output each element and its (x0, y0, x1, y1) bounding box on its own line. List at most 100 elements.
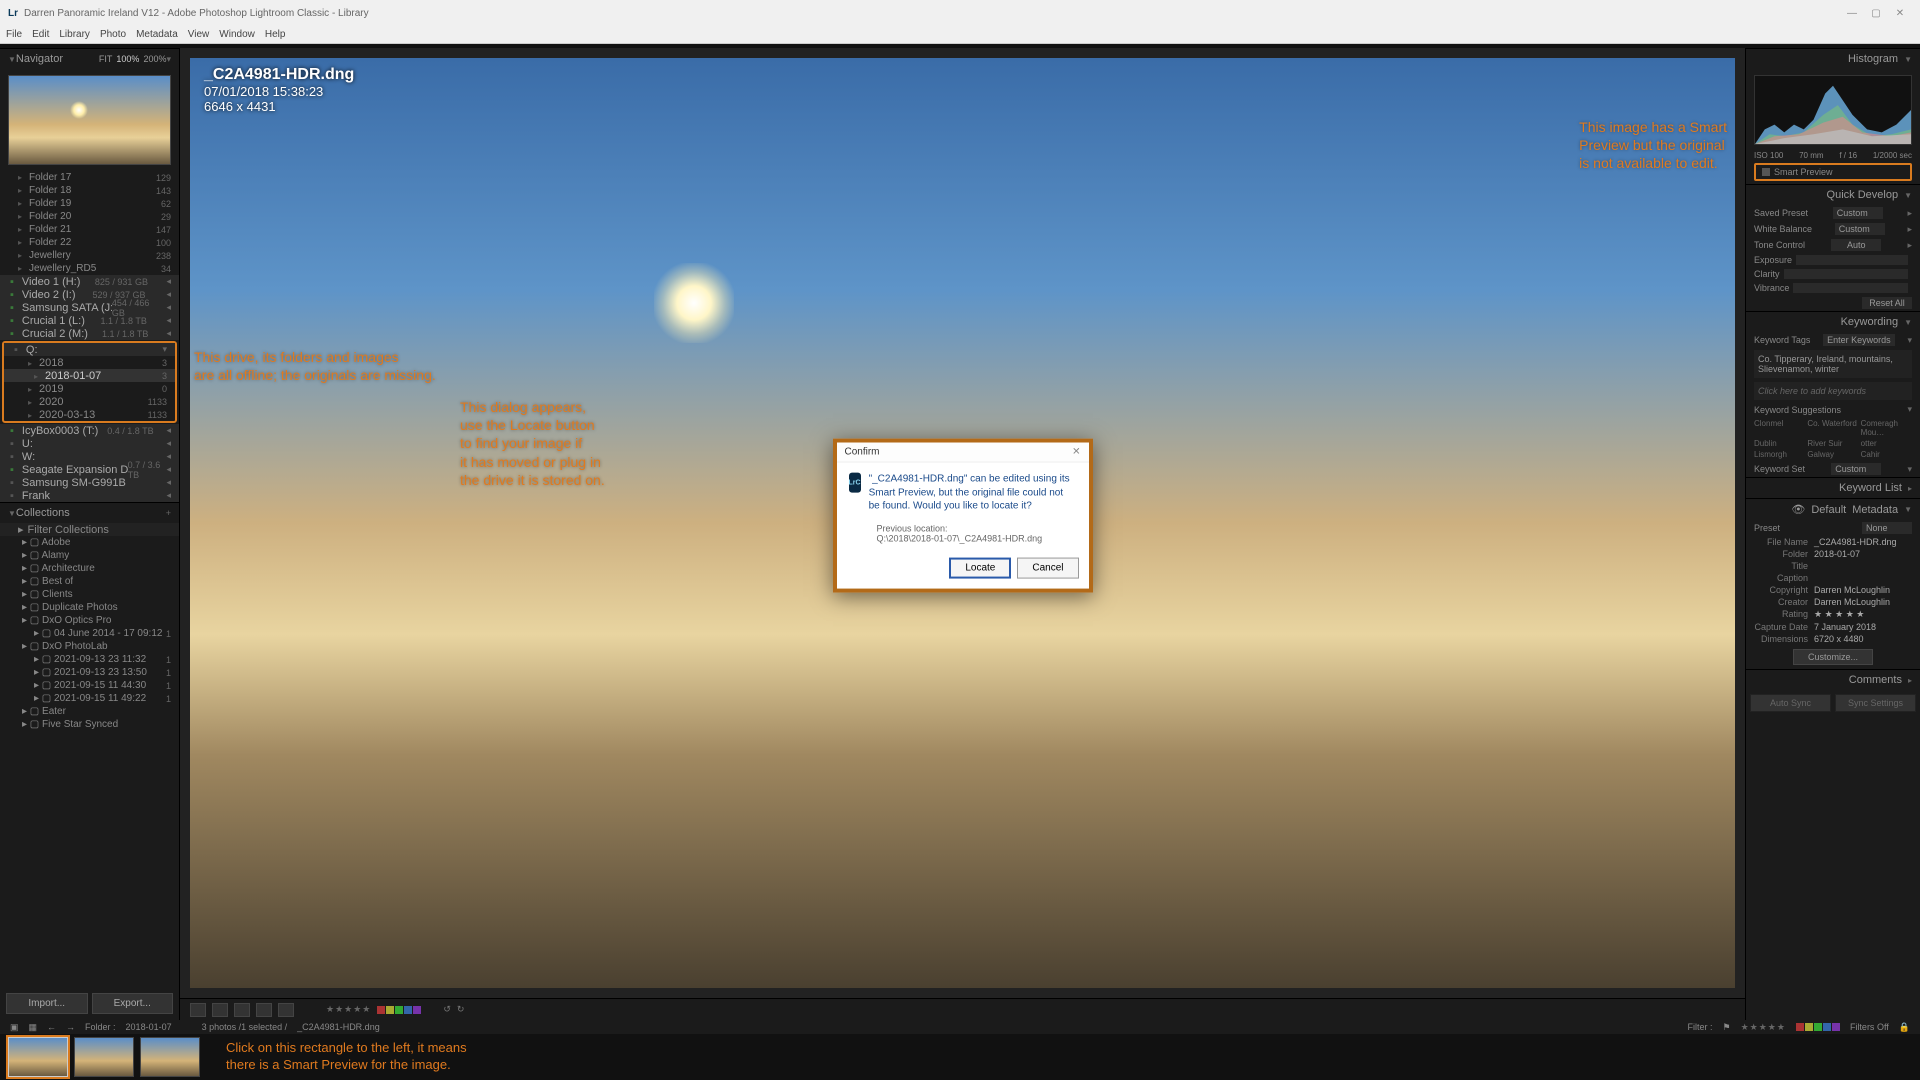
volume-row[interactable]: Seagate Expansion Drive (X:)0.7 / 3.6 TB… (0, 463, 179, 476)
kw-suggestion[interactable]: Galway (1807, 450, 1858, 459)
reset-all-button[interactable]: Reset All (1862, 297, 1912, 309)
collection-row[interactable]: ▸ ▢ Adobe (0, 536, 179, 549)
secondary-display-icon[interactable]: ▣ (10, 1022, 19, 1033)
fs-path[interactable]: 2018-01-07 (126, 1022, 172, 1032)
comments-header[interactable]: Comments▸ (1746, 669, 1920, 690)
customize-button[interactable]: Customize... (1793, 649, 1873, 665)
white-balance-select[interactable]: Custom (1835, 223, 1885, 235)
filmstrip-thumb[interactable] (140, 1037, 200, 1077)
collection-row[interactable]: ▸ ▢ 2021-09-15 11 49:221 (0, 692, 179, 705)
metadata-mode[interactable]: Default (1811, 504, 1846, 516)
menu-window[interactable]: Window (219, 29, 255, 40)
folder-row[interactable]: Folder 21147 (0, 223, 179, 236)
menu-library[interactable]: Library (59, 29, 90, 40)
clarity-stepper[interactable] (1784, 269, 1908, 279)
nav-200[interactable]: 200% (143, 54, 166, 64)
sync-settings-button[interactable]: Sync Settings (1835, 694, 1916, 712)
histogram-header[interactable]: Histogram▼ (1746, 48, 1920, 69)
collection-row[interactable]: ▸ ▢ 2021-09-15 11 44:301 (0, 679, 179, 692)
metadata-row[interactable]: Dimensions6720 x 4480 (1746, 633, 1920, 645)
nav-100[interactable]: 100% (116, 54, 139, 64)
fs-star-filter[interactable]: ★★★★★ (1741, 1022, 1786, 1033)
kw-suggestion[interactable]: River Suir (1807, 439, 1858, 448)
fs-color-filter[interactable] (1796, 1023, 1840, 1031)
folder-row[interactable]: 2018-01-073 (4, 369, 175, 382)
eye-icon[interactable]: 👁 (1791, 503, 1805, 516)
folder-row[interactable]: Jewellery238 (0, 249, 179, 262)
kw-suggestion[interactable]: Co. Waterford (1807, 419, 1858, 437)
grid-view-icon[interactable] (190, 1003, 206, 1017)
collection-row[interactable]: ▸ ▢ DxO Optics Pro (0, 614, 179, 627)
locate-button[interactable]: Locate (949, 557, 1011, 578)
collection-row[interactable]: ▸ ▢ Duplicate Photos (0, 601, 179, 614)
menu-help[interactable]: Help (265, 29, 286, 40)
rotate-right-icon[interactable]: ↻ (457, 1004, 465, 1015)
kw-suggestion[interactable]: Comeragh Mou… (1861, 419, 1912, 437)
menu-edit[interactable]: Edit (32, 29, 49, 40)
volume-row[interactable]: Samsung SATA (J:)454 / 466 GB◂ (0, 301, 179, 314)
forward-icon[interactable]: → (66, 1022, 75, 1032)
menu-view[interactable]: View (188, 29, 210, 40)
menu-photo[interactable]: Photo (100, 29, 126, 40)
metadata-preset-select[interactable]: None (1862, 522, 1912, 534)
auto-sync-button[interactable]: Auto Sync (1750, 694, 1831, 712)
metadata-header[interactable]: 👁 Default Metadata▼ (1746, 498, 1920, 520)
metadata-row[interactable]: Caption (1746, 572, 1920, 584)
filter-collections-input[interactable]: ▸ Filter Collections (0, 523, 179, 536)
color-labels[interactable] (377, 1006, 421, 1014)
kw-suggestion[interactable]: Clonmel (1754, 419, 1805, 437)
collection-row[interactable]: ▸ ▢ Alamy (0, 549, 179, 562)
collection-row[interactable]: ▸ ▢ Architecture (0, 562, 179, 575)
exposure-stepper[interactable] (1796, 255, 1908, 265)
metadata-row[interactable]: Title (1746, 560, 1920, 572)
collection-row[interactable]: ▸ ▢ 04 June 2014 - 17 09:121 (0, 627, 179, 640)
auto-tone-button[interactable]: Auto (1831, 239, 1881, 251)
nav-fit[interactable]: FIT (99, 54, 113, 64)
kw-set-select[interactable]: Custom (1831, 463, 1881, 475)
grid-icon[interactable]: ▦ (29, 1022, 38, 1033)
folder-row[interactable]: Folder 2029 (0, 210, 179, 223)
keyword-list-header[interactable]: Keyword List▸ (1746, 477, 1920, 498)
menu-file[interactable]: File (6, 29, 22, 40)
dialog-close-icon[interactable]: ✕ (1072, 447, 1080, 458)
volume-row[interactable]: Video 1 (H:)825 / 931 GB◂ (0, 275, 179, 288)
collection-row[interactable]: ▸ ▢ Best of (0, 575, 179, 588)
folder-row[interactable]: 20201133 (4, 395, 175, 408)
filmstrip-thumb[interactable] (74, 1037, 134, 1077)
metadata-row[interactable]: File Name_C2A4981-HDR.dng (1746, 536, 1920, 548)
maximize-icon[interactable]: ▢ (1864, 8, 1888, 19)
back-icon[interactable]: ← (47, 1022, 56, 1032)
volume-q[interactable]: Q: ▾ (4, 343, 175, 356)
collection-row[interactable]: ▸ ▢ 2021-09-13 23 13:501 (0, 666, 179, 679)
survey-view-icon[interactable] (256, 1003, 272, 1017)
folder-row[interactable]: Folder 22100 (0, 236, 179, 249)
collection-row[interactable]: ▸ ▢ 2021-09-13 23 11:321 (0, 653, 179, 666)
cancel-button[interactable]: Cancel (1017, 557, 1078, 578)
keywording-header[interactable]: Keywording▼ (1746, 311, 1920, 332)
volume-row[interactable]: U:◂ (0, 437, 179, 450)
metadata-row[interactable]: Folder2018-01-07 (1746, 548, 1920, 560)
quick-develop-header[interactable]: Quick Develop▼ (1746, 184, 1920, 205)
menu-metadata[interactable]: Metadata (136, 29, 178, 40)
histogram[interactable] (1754, 75, 1912, 145)
volume-row[interactable]: Frank◂ (0, 489, 179, 502)
rating-stars[interactable]: ★★★★★ (326, 1004, 371, 1015)
import-button[interactable]: Import... (6, 993, 88, 1014)
rotate-left-icon[interactable]: ↺ (443, 1004, 451, 1015)
kw-tags-mode[interactable]: Enter Keywords (1823, 334, 1895, 346)
navigator-preview[interactable] (8, 75, 171, 165)
loupe-image[interactable]: _C2A4981-HDR.dng 07/01/2018 15:38:23 664… (190, 58, 1735, 988)
folder-row[interactable]: 2020-03-131133 (4, 408, 175, 421)
filmstrip-thumb[interactable] (8, 1037, 68, 1077)
folder-row[interactable]: Jewellery_RD534 (0, 262, 179, 275)
export-button[interactable]: Export... (92, 993, 174, 1014)
loupe-view-icon[interactable] (212, 1003, 228, 1017)
add-keywords-input[interactable]: Click here to add keywords (1754, 382, 1912, 400)
kw-suggestion[interactable]: Lismorgh (1754, 450, 1805, 459)
folder-row[interactable]: 20190 (4, 382, 175, 395)
collections-header[interactable]: ▼Collections+ (0, 502, 179, 523)
metadata-row[interactable]: CopyrightDarren McLoughlin (1746, 584, 1920, 596)
vibrance-stepper[interactable] (1793, 283, 1908, 293)
kw-suggestion[interactable]: Dublin (1754, 439, 1805, 448)
metadata-row[interactable]: Rating★ ★ ★ ★ ★ (1746, 608, 1920, 621)
